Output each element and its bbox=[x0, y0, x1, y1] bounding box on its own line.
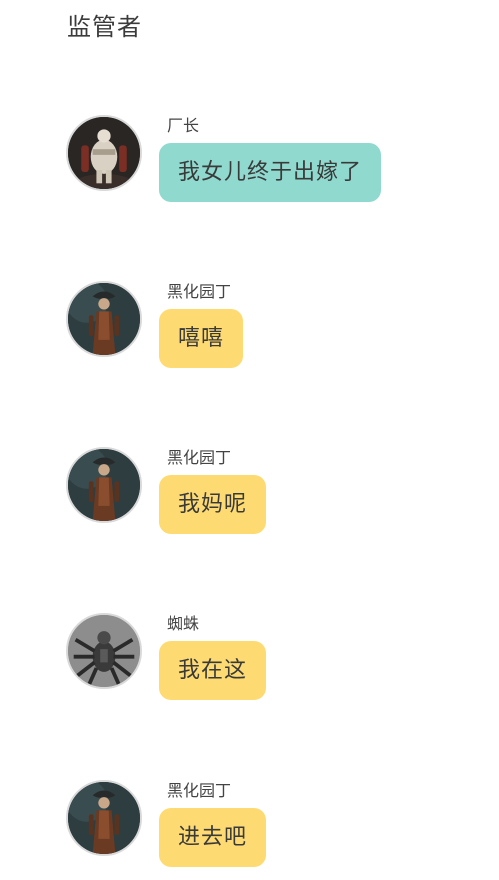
chat-message: 黑化园丁 嘻嘻 bbox=[0, 281, 499, 381]
factory-owner-avatar[interactable] bbox=[66, 115, 142, 191]
factory-owner-avatar-image bbox=[68, 117, 140, 189]
dark-gardener-avatar[interactable] bbox=[66, 780, 142, 856]
dark-gardener-avatar-image bbox=[68, 449, 140, 521]
message-bubble[interactable]: 我妈呢 bbox=[159, 475, 267, 534]
message-bubble[interactable]: 我在这 bbox=[159, 641, 267, 700]
dark-gardener-avatar-image bbox=[68, 782, 140, 854]
message-bubble[interactable]: 嘻嘻 bbox=[159, 309, 244, 368]
message-bubble[interactable]: 进去吧 bbox=[159, 808, 267, 867]
sender-name: 厂长 bbox=[167, 116, 200, 135]
chat-message: 黑化园丁 我妈呢 bbox=[0, 447, 499, 547]
page-title: 监管者 bbox=[67, 13, 142, 41]
sender-name: 黑化园丁 bbox=[167, 282, 232, 301]
chat-message: 黑化园丁 进去吧 bbox=[0, 780, 499, 880]
dark-gardener-avatar[interactable] bbox=[66, 281, 142, 357]
sender-name: 黑化园丁 bbox=[167, 448, 232, 467]
spider-avatar[interactable] bbox=[66, 613, 142, 689]
chat-message: 蜘蛛 我在这 bbox=[0, 613, 499, 713]
spider-avatar-image bbox=[68, 615, 140, 687]
chat-message: 厂长 我女儿终于出嫁了 bbox=[0, 115, 499, 215]
sender-name: 蜘蛛 bbox=[167, 614, 200, 633]
dark-gardener-avatar[interactable] bbox=[66, 447, 142, 523]
message-bubble[interactable]: 我女儿终于出嫁了 bbox=[159, 143, 382, 202]
sender-name: 黑化园丁 bbox=[167, 781, 232, 800]
dark-gardener-avatar-image bbox=[68, 283, 140, 355]
